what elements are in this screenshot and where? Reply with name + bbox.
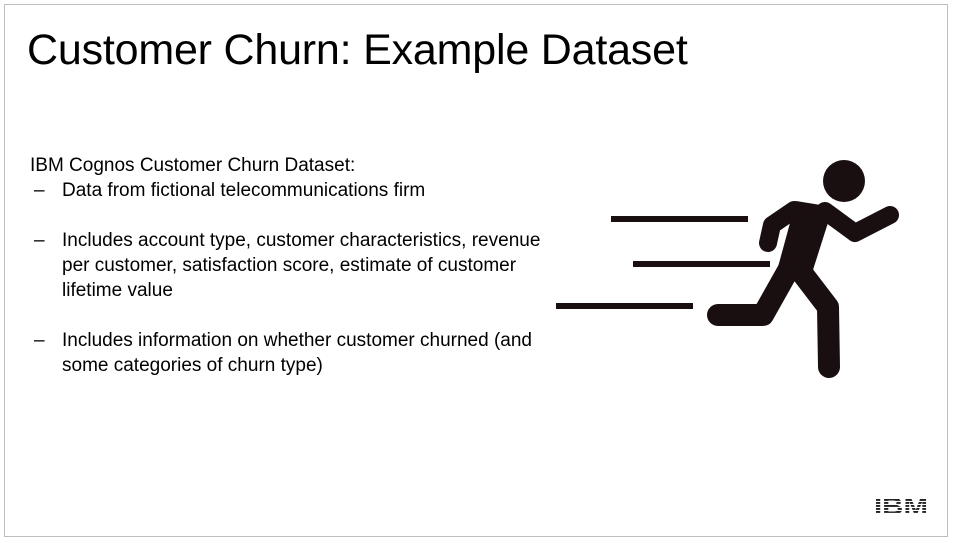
runner-back-leg-icon (707, 256, 801, 326)
slide: Customer Churn: Example Dataset IBM Cogn… (4, 4, 948, 537)
bullet-marker: – (34, 180, 45, 201)
speed-line-icon (611, 216, 748, 222)
ibm-logo-icon: IBM (874, 493, 928, 517)
lead-text: IBM Cognos Customer Churn Dataset: (30, 155, 356, 176)
bullet-text: Includes information on whether customer… (62, 330, 532, 376)
bullet-marker: – (34, 230, 45, 251)
speed-line-icon (556, 303, 693, 309)
runner-head-icon (823, 160, 865, 202)
running-person-icon (556, 160, 899, 378)
bullet-item: – Includes information on whether custom… (30, 328, 550, 378)
runner-front-leg-icon (791, 262, 840, 378)
svg-text:IBM: IBM (874, 493, 928, 517)
speed-line-icon (633, 261, 770, 267)
slide-content: IBM Cognos Customer Churn Dataset: – Dat… (30, 153, 550, 378)
bullet-marker: – (34, 330, 45, 351)
bullet-text: Data from fictional telecommunications f… (62, 180, 426, 201)
runner-front-arm-icon (816, 202, 899, 242)
bullet-item: – Includes account type, customer charac… (30, 228, 550, 303)
bullet-item: – Data from fictional telecommunications… (30, 178, 550, 203)
slide-title: Customer Churn: Example Dataset (27, 26, 688, 74)
bullet-list: – Data from fictional telecommunications… (30, 178, 550, 378)
bullet-text: Includes account type, customer characte… (62, 230, 541, 301)
